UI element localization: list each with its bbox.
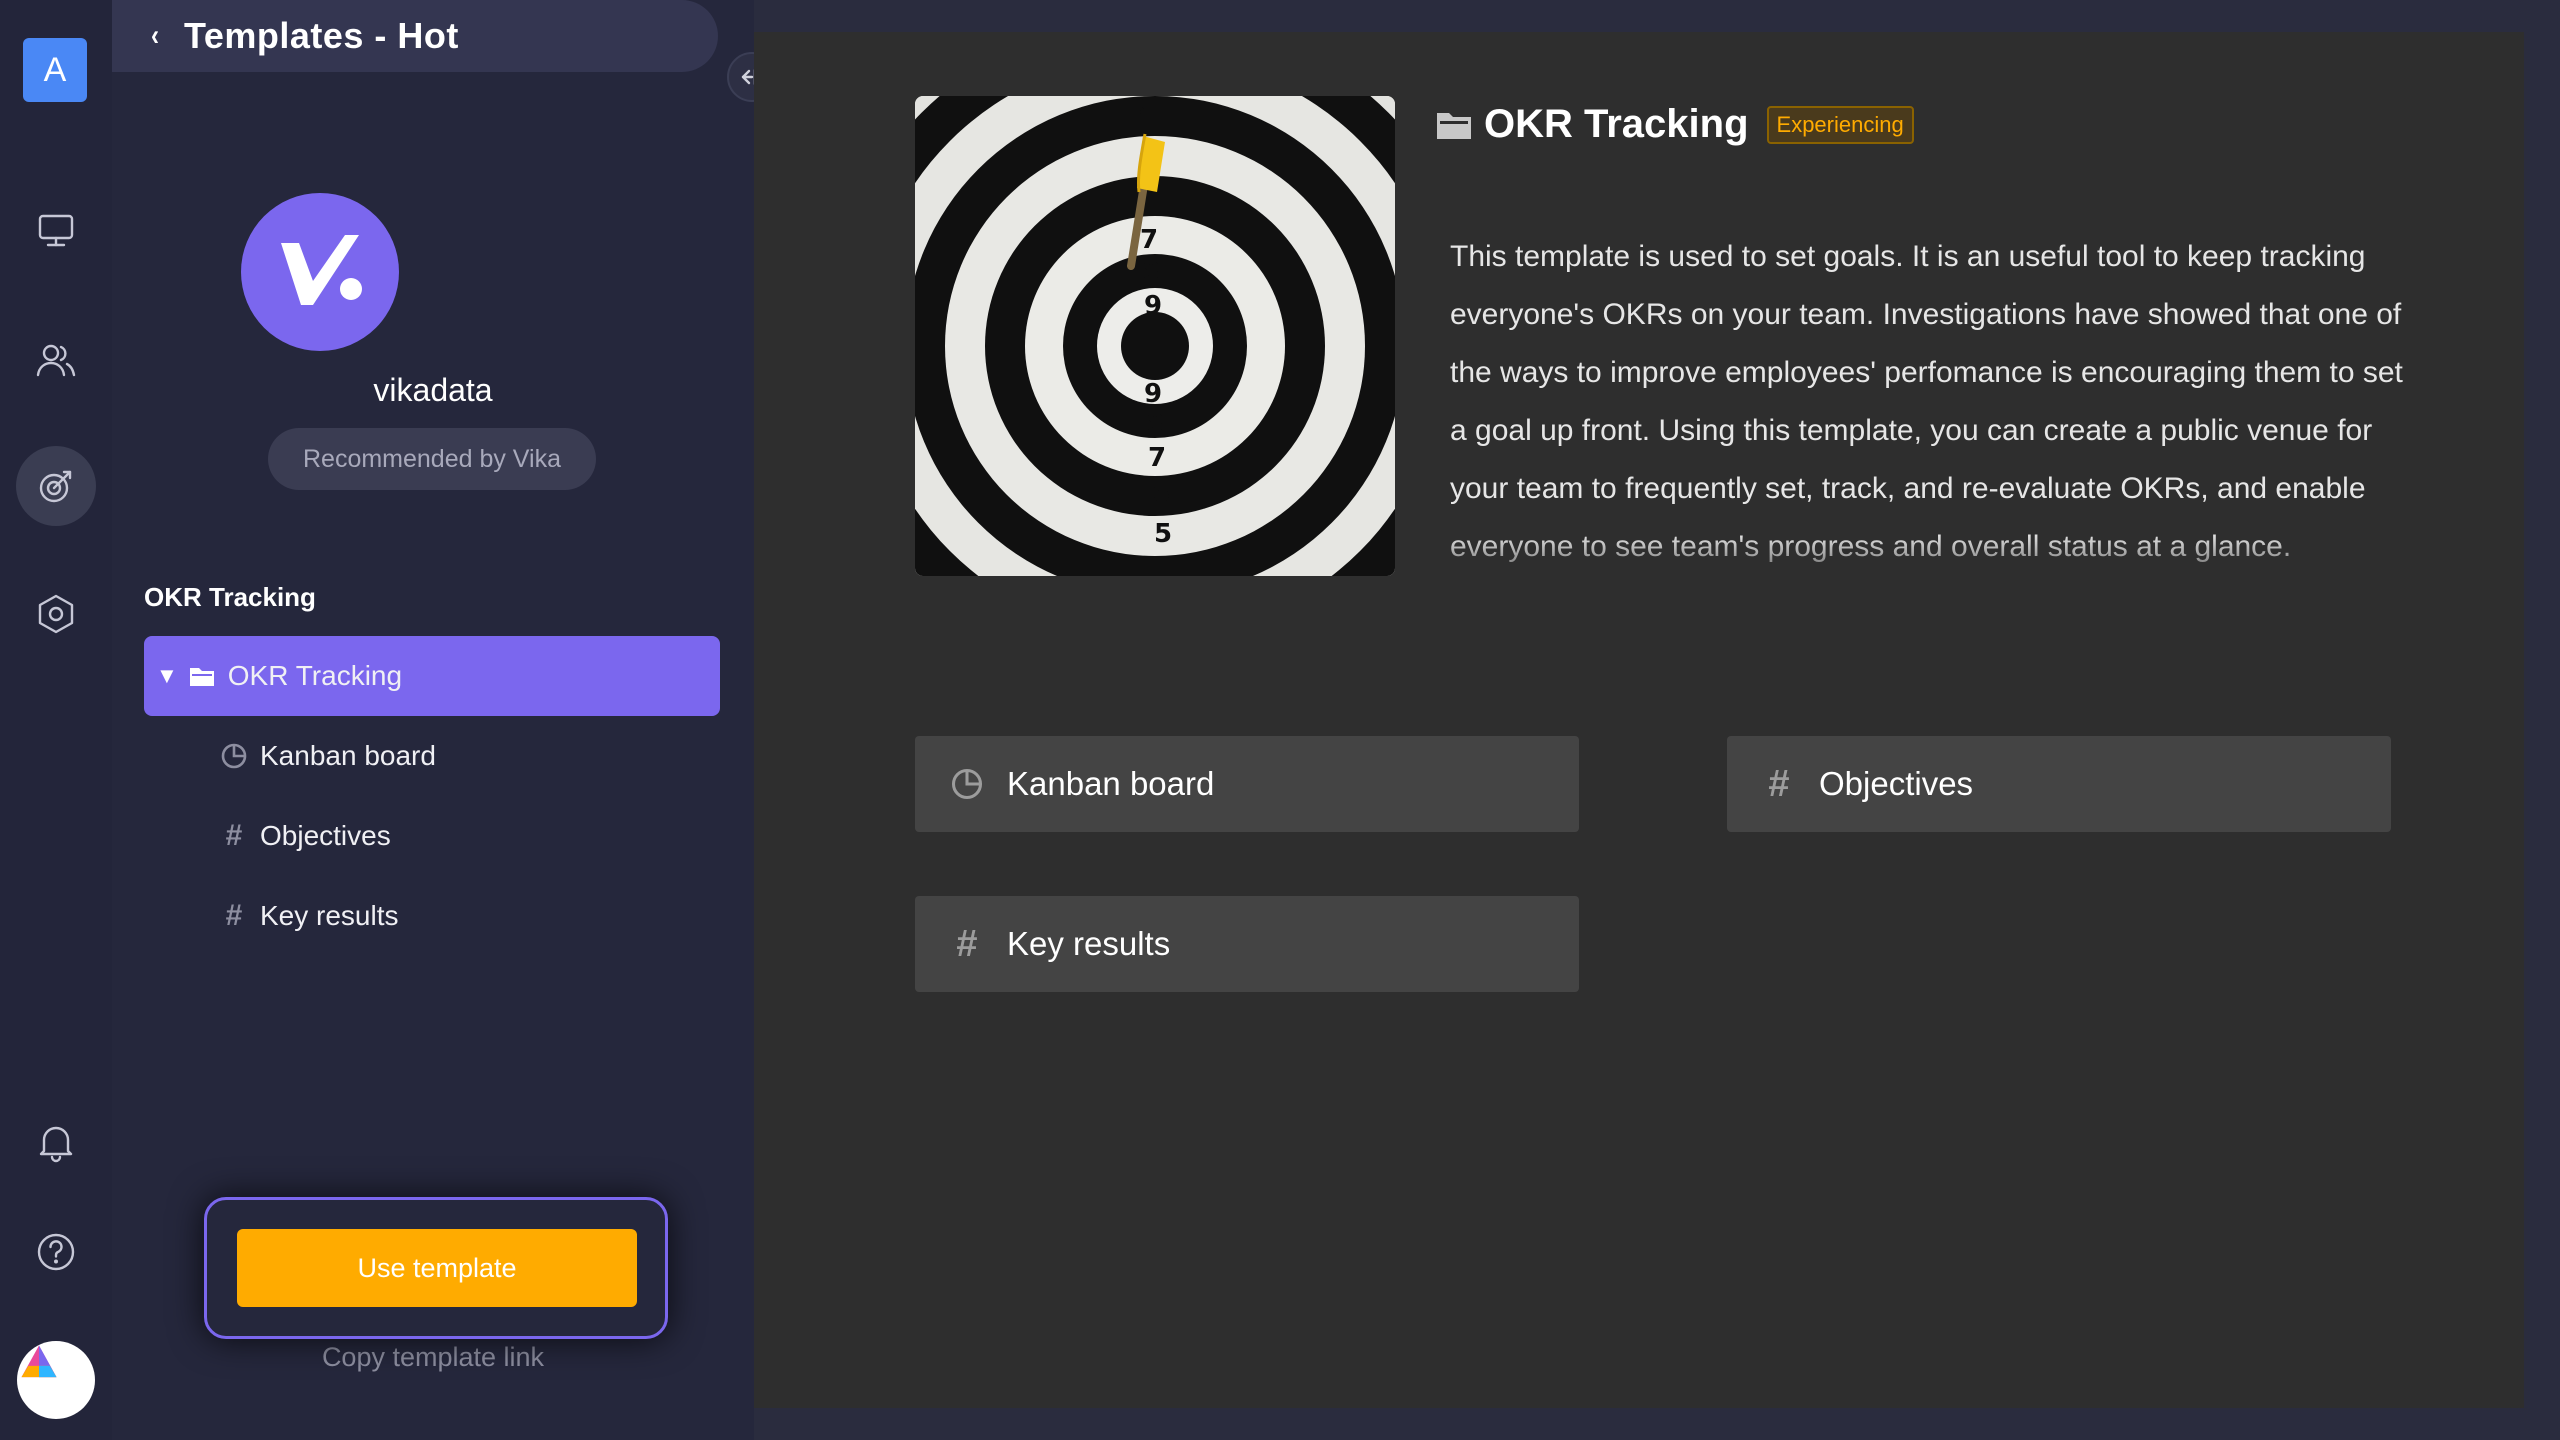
tree-item-key-results[interactable]: # Key results bbox=[144, 876, 720, 956]
card-label: Key results bbox=[1007, 925, 1171, 962]
space-avatar[interactable]: A bbox=[23, 38, 87, 102]
grid-datasheet-icon: # bbox=[956, 922, 978, 965]
creator-name: vikadata bbox=[373, 372, 493, 408]
svg-text:9: 9 bbox=[1144, 291, 1162, 321]
tree-item-label: Key results bbox=[260, 900, 399, 931]
svg-text:7: 7 bbox=[1140, 225, 1158, 255]
grid-datasheet-icon: # bbox=[1768, 762, 1790, 805]
expand-triangle-icon[interactable]: ▼ bbox=[156, 663, 178, 689]
use-template-highlight: Use template bbox=[204, 1197, 668, 1339]
svg-text:5: 5 bbox=[1154, 519, 1172, 549]
svg-text:7: 7 bbox=[1148, 443, 1166, 473]
template-cover-image: 3 7 8 9 9 8 7 6 5 bbox=[915, 96, 1395, 576]
tree-item-label: Kanban board bbox=[260, 740, 436, 771]
svg-text:8: 8 bbox=[1142, 257, 1160, 287]
svg-text:6: 6 bbox=[1152, 479, 1170, 509]
template-description: This template is used to set goals. It i… bbox=[1450, 240, 2403, 563]
node-card-objectives[interactable]: # Objectives bbox=[1727, 736, 2391, 832]
panel-header: ‹ Templates - Hot bbox=[112, 0, 718, 72]
bell-icon[interactable] bbox=[16, 1102, 96, 1182]
tree-item-okr-tracking[interactable]: ▼ OKR Tracking bbox=[144, 636, 720, 716]
node-card-kanban[interactable]: Kanban board bbox=[915, 736, 1579, 832]
kanban-icon bbox=[218, 740, 250, 772]
nav-rail: A bbox=[0, 0, 112, 1440]
tree-title: OKR Tracking bbox=[144, 582, 316, 612]
copy-template-link[interactable]: Copy template link bbox=[112, 1342, 754, 1373]
card-label: Kanban board bbox=[1007, 765, 1215, 802]
template-name: OKR Tracking bbox=[1484, 102, 1749, 146]
folder-icon bbox=[186, 660, 218, 692]
experiencing-badge: Experiencing bbox=[1766, 105, 1914, 144]
template-preview: 3 7 8 9 9 8 7 6 5 OKR Tracking Experienc… bbox=[754, 32, 2524, 1408]
node-card-key-results[interactable]: # Key results bbox=[915, 896, 1579, 992]
tree-item-kanban[interactable]: Kanban board bbox=[144, 716, 720, 796]
card-label: Objectives bbox=[1819, 765, 1974, 802]
help-icon[interactable] bbox=[16, 1212, 96, 1292]
svg-text:9: 9 bbox=[1144, 379, 1162, 409]
grid-datasheet-icon: # bbox=[225, 899, 243, 932]
brand-logo[interactable] bbox=[17, 1341, 95, 1419]
back-icon[interactable]: ‹ bbox=[151, 19, 159, 53]
templates-icon[interactable] bbox=[16, 446, 96, 526]
workbench-icon[interactable] bbox=[16, 190, 96, 270]
recommend-badge: Recommended by Vika bbox=[268, 428, 596, 490]
use-template-button[interactable]: Use template bbox=[237, 1229, 637, 1307]
tree-item-label: Objectives bbox=[260, 820, 391, 851]
panel-title: Templates - Hot bbox=[184, 15, 459, 56]
creator-logo bbox=[241, 193, 399, 351]
settings-icon[interactable] bbox=[16, 574, 96, 654]
kanban-icon bbox=[947, 764, 987, 804]
template-header: OKR Tracking Experiencing bbox=[1436, 102, 1914, 147]
folder-icon bbox=[1437, 112, 1471, 139]
tree-item-label: OKR Tracking bbox=[227, 660, 403, 691]
grid-datasheet-icon: # bbox=[225, 819, 243, 852]
svg-text:8: 8 bbox=[1146, 409, 1164, 439]
tree-item-objectives[interactable]: # Objectives bbox=[144, 796, 720, 876]
contacts-icon[interactable] bbox=[16, 320, 96, 400]
svg-text:3: 3 bbox=[1130, 96, 1148, 125]
